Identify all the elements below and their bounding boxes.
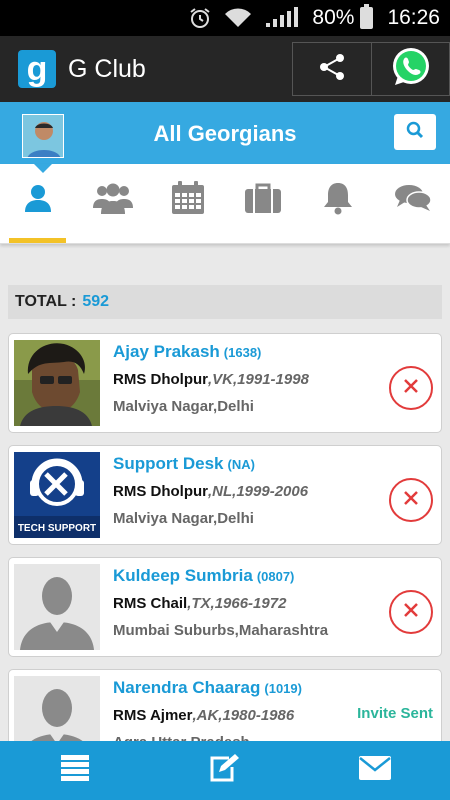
share-icon — [316, 51, 348, 88]
total-value: 592 — [82, 293, 110, 310]
list-item[interactable]: Ajay Prakash (1638) RMS Dholpur,VK,1991-1… — [8, 333, 442, 433]
compose-button[interactable] — [150, 741, 300, 800]
chat-icon — [394, 183, 432, 218]
member-name[interactable]: Support Desk (NA) — [113, 454, 255, 474]
edit-icon — [209, 754, 241, 787]
whatsapp-button[interactable] — [372, 42, 450, 96]
tab-calendar[interactable] — [150, 164, 225, 243]
tab-groups[interactable] — [75, 164, 150, 243]
app-bar: g G Club — [0, 36, 450, 102]
alarm-icon — [188, 6, 212, 30]
member-location: Malviya Nagar,Delhi — [113, 510, 254, 527]
status-bar: 80% 16:26 — [0, 0, 450, 36]
member-id: (1019) — [264, 681, 302, 696]
list-icon — [61, 755, 89, 786]
member-id: (0807) — [256, 569, 295, 584]
app-logo: g — [18, 50, 56, 88]
tab-bar — [0, 164, 450, 244]
total-count: TOTAL : 592 — [8, 285, 442, 319]
invite-sent-status: Invite Sent — [357, 705, 433, 722]
member-school: RMS Chail,TX,1966-1972 — [113, 595, 287, 612]
list-item[interactable]: Kuldeep Sumbria (0807) RMS Chail,TX,1966-… — [8, 557, 442, 657]
tab-notifications[interactable] — [300, 164, 375, 243]
briefcase-icon — [244, 182, 282, 219]
total-label: TOTAL : — [15, 293, 77, 310]
close-icon — [402, 489, 420, 512]
user-icon — [23, 183, 53, 218]
bottom-bar — [0, 741, 450, 800]
tab-jobs[interactable] — [225, 164, 300, 243]
member-batch: ,AK,1980-1986 — [192, 707, 295, 724]
menu-button[interactable] — [0, 741, 150, 800]
header-pointer — [34, 164, 52, 173]
member-batch: ,NL,1999-2006 — [208, 483, 309, 500]
tab-chat[interactable] — [375, 164, 450, 243]
member-photo — [14, 340, 100, 426]
member-school: RMS Dholpur,NL,1999-2006 — [113, 483, 309, 500]
messages-button[interactable] — [300, 741, 450, 800]
tab-profile[interactable] — [0, 164, 75, 243]
remove-button[interactable] — [389, 478, 433, 522]
member-list: Ajay Prakash (1638) RMS Dholpur,VK,1991-1… — [8, 333, 442, 781]
calendar-icon — [171, 181, 205, 220]
close-icon — [402, 601, 420, 624]
whatsapp-icon — [389, 45, 433, 94]
page-header: All Georgians — [0, 102, 450, 164]
member-name[interactable]: Kuldeep Sumbria (0807) — [113, 566, 294, 586]
member-photo: TECH SUPPORT — [14, 452, 100, 538]
battery-percent: 80% — [312, 6, 355, 29]
mail-icon — [359, 756, 391, 785]
app-title: G Club — [68, 54, 146, 83]
member-batch: ,TX,1966-1972 — [187, 595, 287, 612]
signal-icon — [264, 7, 300, 29]
remove-button[interactable] — [389, 590, 433, 634]
share-button[interactable] — [292, 42, 372, 96]
battery-icon — [360, 4, 374, 29]
member-batch: ,VK,1991-1998 — [208, 371, 309, 388]
group-icon — [92, 182, 133, 219]
member-location: Malviya Nagar,Delhi — [113, 398, 254, 415]
tech-support-logo-text: TECH SUPPORT — [18, 523, 96, 534]
close-icon — [402, 377, 420, 400]
wifi-icon — [224, 7, 252, 29]
remove-button[interactable] — [389, 366, 433, 410]
member-name[interactable]: Narendra Chaarag (1019) — [113, 678, 302, 698]
member-school: RMS Ajmer,AK,1980-1986 — [113, 707, 295, 724]
member-school: RMS Dholpur,VK,1991-1998 — [113, 371, 309, 388]
clock: 16:26 — [387, 6, 440, 29]
page-title: All Georgians — [153, 121, 297, 146]
member-id: (1638) — [223, 345, 262, 360]
search-button[interactable] — [394, 114, 436, 150]
search-icon — [406, 121, 424, 144]
list-item[interactable]: TECH SUPPORT Support Desk (NA) RMS Dholpu… — [8, 445, 442, 545]
bell-icon — [322, 181, 354, 220]
member-id: (NA) — [227, 457, 255, 472]
member-location: Mumbai Suburbs,Maharashtra — [113, 622, 329, 639]
member-name[interactable]: Ajay Prakash (1638) — [113, 342, 261, 362]
member-photo — [14, 564, 100, 650]
